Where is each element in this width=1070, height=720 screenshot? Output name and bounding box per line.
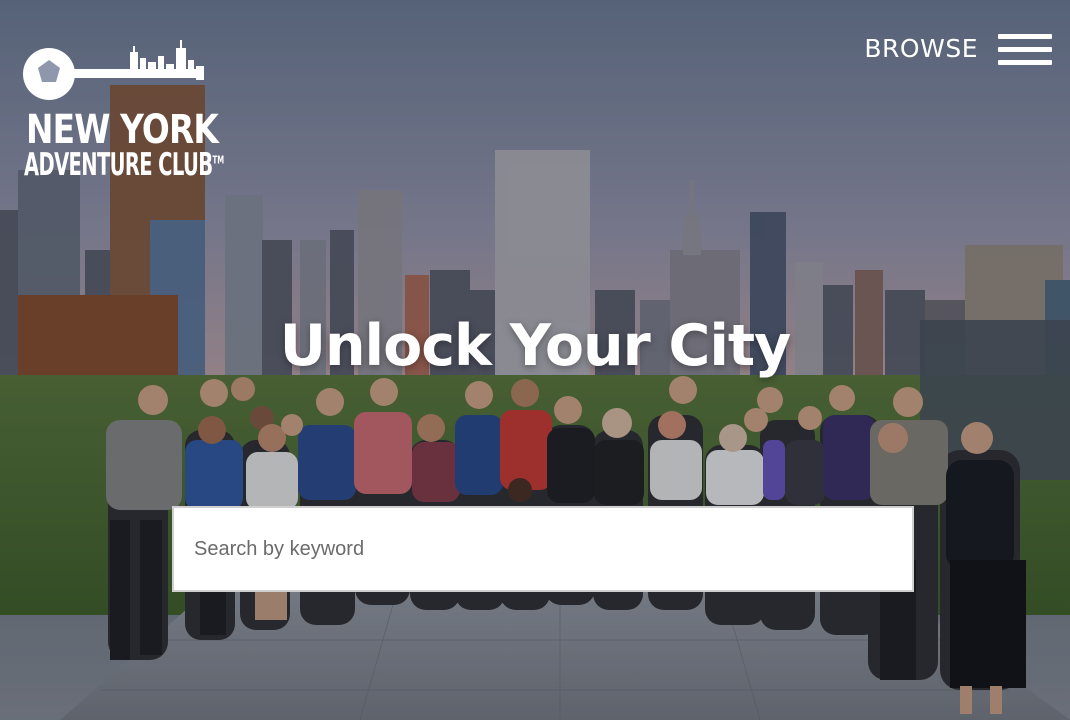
search-input[interactable]: [174, 508, 912, 590]
search-box: [172, 506, 914, 592]
site-logo[interactable]: NEW YORK ADVENTURE CLUBTM: [22, 38, 224, 188]
logo-text-line1: NEW YORK: [26, 107, 219, 153]
trademark-symbol: TM: [212, 153, 225, 167]
key-skyline-icon: [23, 40, 204, 100]
hamburger-menu-icon[interactable]: [998, 34, 1052, 66]
logo-text-line2-label: ADVENTURE CLUB: [24, 147, 213, 183]
hero-headline: Unlock Your City: [279, 313, 792, 379]
logo-text-line2: ADVENTURE CLUBTM: [24, 150, 224, 181]
browse-link[interactable]: BROWSE: [864, 36, 978, 61]
